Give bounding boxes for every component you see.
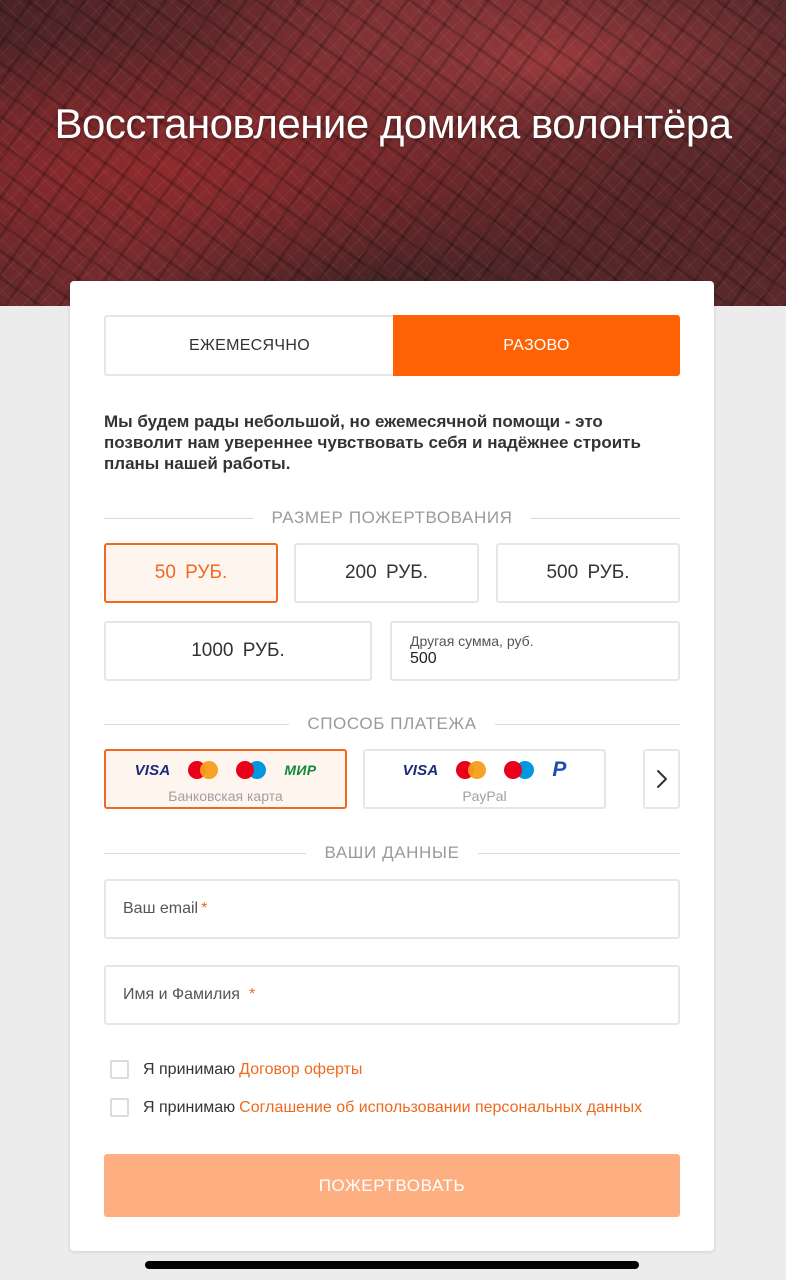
home-indicator [145, 1261, 639, 1269]
consent-personal-data-row: Я принимаю Соглашение об использовании п… [110, 1098, 642, 1117]
offer-checkbox[interactable] [110, 1060, 129, 1079]
paypal-icon: P [552, 758, 567, 781]
amount-heading: РАЗМЕР ПОЖЕРТВОВАНИЯ [271, 508, 513, 527]
payment-next-button[interactable] [643, 749, 680, 809]
payment-method-paypal[interactable]: VISA P PayPal [363, 749, 606, 809]
donate-button[interactable]: ПОЖЕРТВОВАТЬ [104, 1154, 680, 1217]
tab-once[interactable]: РАЗОВО [393, 315, 680, 376]
payment-method-label: PayPal [462, 788, 507, 804]
mir-icon: МИР [284, 762, 317, 778]
required-mark: * [201, 900, 208, 917]
divider [104, 852, 307, 854]
required-mark: * [248, 986, 256, 1003]
consent-prefix: Я принимаю [143, 1060, 236, 1078]
other-amount-label: Другая сумма, руб. [410, 633, 534, 649]
consent-prefix: Я принимаю [143, 1098, 236, 1116]
tab-monthly[interactable]: ЕЖЕМЕСЯЧНО [104, 315, 393, 376]
chevron-right-icon [656, 770, 667, 788]
payment-heading: СПОСОБ ПЛАТЕЖА [307, 714, 477, 733]
maestro-icon [504, 761, 535, 779]
personal-data-link[interactable]: Соглашение об использовании персональных… [239, 1099, 642, 1117]
donation-form: ЕЖЕМЕСЯЧНО РАЗОВО Мы будем рады небольшо… [70, 281, 714, 1251]
divider [530, 517, 681, 519]
amount-section-heading: РАЗМЕР ПОЖЕРТВОВАНИЯ [104, 508, 681, 528]
consent-offer-row: Я принимаю Договор оферты [110, 1060, 362, 1079]
divider [104, 723, 290, 725]
frequency-tabs: ЕЖЕМЕСЯЧНО РАЗОВО [104, 315, 680, 376]
card-logos: VISA МИР [106, 759, 345, 781]
email-field[interactable]: Ваш email * [104, 879, 680, 939]
payment-section-heading: СПОСОБ ПЛАТЕЖА [104, 714, 680, 734]
hero-banner: Восстановление домика волонтёра [0, 0, 786, 306]
amount-option-1000[interactable]: 1000 РУБ. [104, 621, 372, 681]
divider [494, 723, 680, 725]
page-title: Восстановление домика волонтёра [54, 100, 732, 147]
payment-method-card[interactable]: VISA МИР Банковская карта [104, 749, 347, 809]
user-heading: ВАШИ ДАННЫЕ [324, 843, 460, 862]
offer-link[interactable]: Договор оферты [239, 1061, 362, 1079]
amount-option-200[interactable]: 200 РУБ. [294, 543, 479, 603]
visa-icon: VISA [402, 761, 439, 779]
description-text: Мы будем рады небольшой, но ежемесячной … [104, 412, 641, 473]
mastercard-icon [456, 761, 487, 779]
paypal-logos: VISA P [365, 758, 604, 781]
other-amount-field[interactable]: Другая сумма, руб. [390, 621, 680, 681]
other-amount-input[interactable] [410, 650, 650, 668]
payment-method-label: Банковская карта [168, 788, 283, 804]
personal-data-checkbox[interactable] [110, 1098, 129, 1117]
divider [104, 517, 254, 519]
amount-option-50[interactable]: 50 РУБ. [104, 543, 278, 603]
email-placeholder: Ваш email [123, 900, 199, 917]
maestro-icon [236, 761, 267, 779]
name-placeholder: Имя и Фамилия [123, 986, 240, 1003]
name-field[interactable]: Имя и Фамилия * [104, 965, 680, 1025]
divider [477, 852, 680, 854]
visa-icon: VISA [134, 761, 171, 779]
mastercard-icon [188, 761, 219, 779]
amount-option-500[interactable]: 500 РУБ. [496, 543, 680, 603]
user-section-heading: ВАШИ ДАННЫЕ [104, 843, 680, 863]
